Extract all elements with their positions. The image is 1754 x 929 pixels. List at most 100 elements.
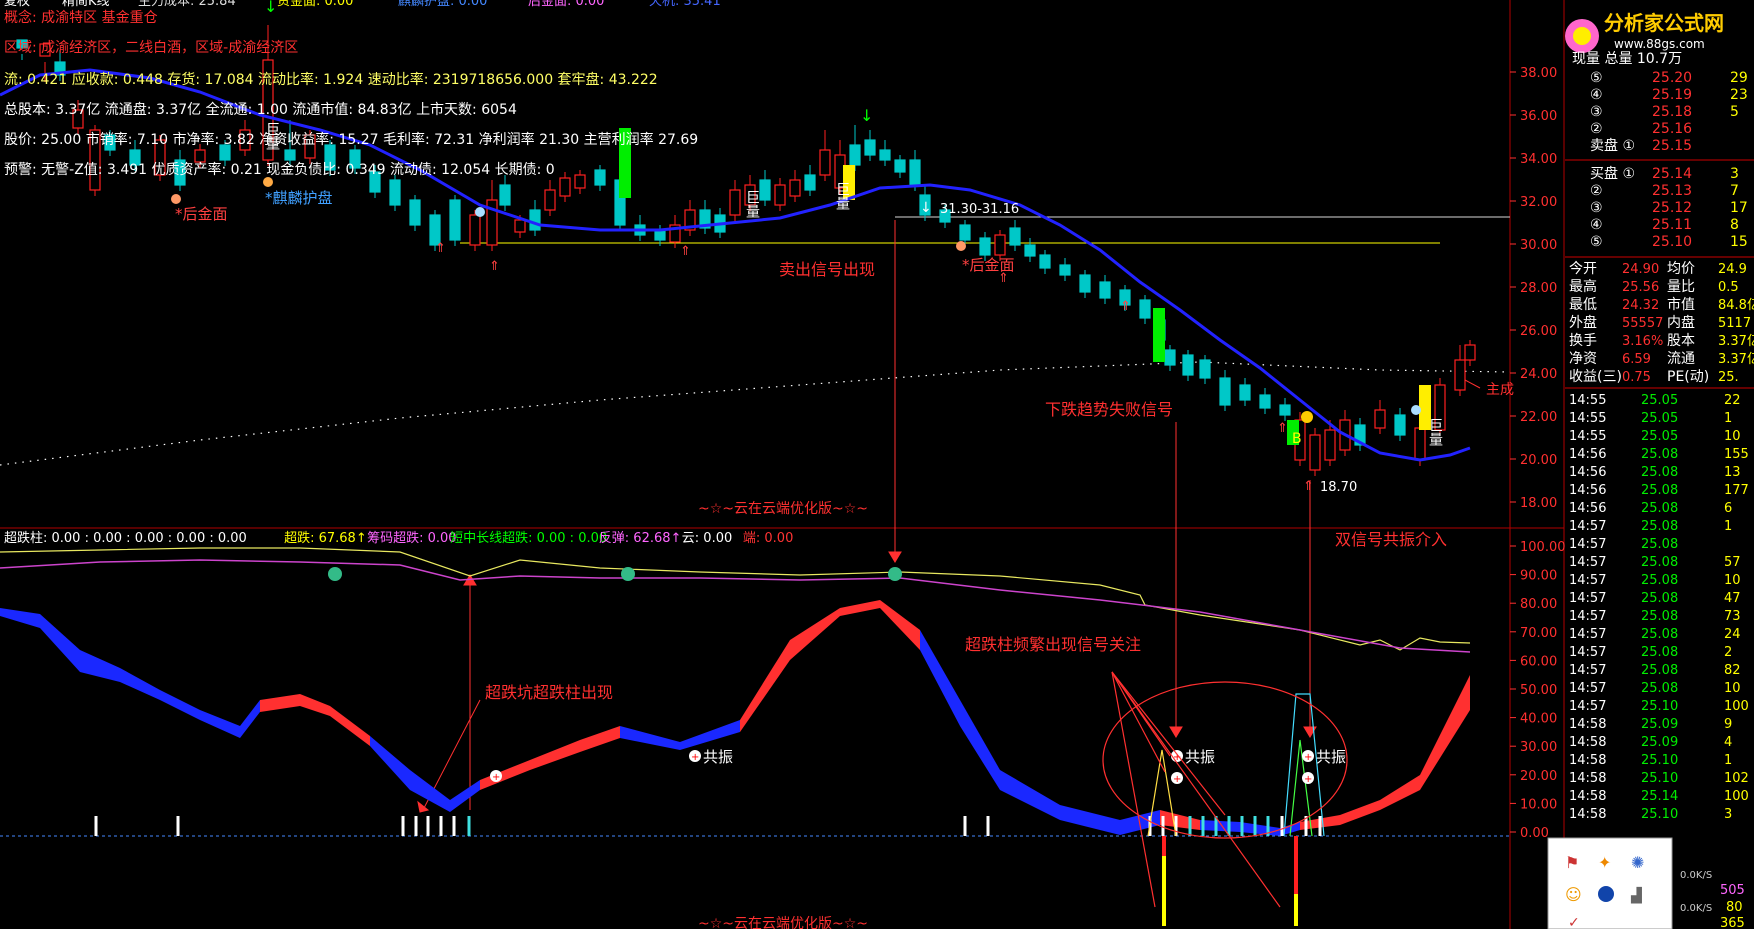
buy-arrow-icon: ⇑ [1277,421,1288,436]
price-tick-label: 34.00 [1520,152,1557,167]
face-icon[interactable]: ☺ [1565,885,1582,904]
price-tick-label: 22.00 [1520,410,1557,425]
stat-value: 5117 [1718,316,1751,331]
tick-time: 14:55 [1569,411,1606,426]
signal-bar-red [1294,836,1298,894]
annotation-dual: 双信号共振介入 [1335,530,1447,549]
indicator-tick-label: 100.00 [1520,540,1566,555]
indicator-header-item: 云: 0.00 [682,531,732,546]
gift-icon [956,241,966,251]
annotation-cloud2: ~☆~云在云端优化版~☆~ [698,916,868,929]
candle-body [1099,281,1111,299]
tick-time: 14:58 [1569,771,1606,786]
stat-label: 外盘 [1569,314,1597,331]
annotation-sell: 卖出信号出现 [779,260,875,279]
annotation-pit: 超跌坑超跌柱出现 [485,683,613,702]
candle-body [1009,227,1021,246]
tick-time: 14:56 [1569,447,1606,462]
tick-price: 25.08 [1641,501,1678,516]
bottom-value: 505 [1720,883,1745,898]
candle-body [389,179,401,206]
stat-value: 6.59 [1622,352,1651,367]
tick-volume: 10 [1724,429,1741,444]
annotation-b: B [1292,431,1302,447]
bid-label: ⑤ [1590,234,1603,250]
bid-volume: 3 [1730,166,1739,182]
oversold-bar [1318,816,1322,836]
floating-toolbar[interactable]: ⚑ ✦ ✺ ☺ ▟ ✓ [1547,837,1673,929]
candle-body [1219,377,1231,406]
signal-icon[interactable]: ▟ [1630,886,1642,904]
indicator-header-item: 超跌: 67.68↑ [284,530,367,546]
oversold-bar [1253,816,1257,836]
stat-value: 0.75 [1622,370,1651,385]
stat-value: 55557 [1622,316,1663,331]
swirl-icon[interactable]: ✺ [1631,853,1644,872]
buy-arrow-icon: ⇑ [435,241,446,256]
indicator-tick-label: 0.00 [1520,826,1549,841]
candle-body [1024,244,1036,257]
candle-body [994,234,1006,256]
stat-value: 0.5 [1718,280,1739,295]
stock-chart-window[interactable]: 38.0036.0034.0032.0030.0028.0026.0024.00… [0,0,1754,929]
tick-volume: 1 [1724,753,1732,768]
stat-value: 3.37亿 [1718,334,1754,349]
tick-price: 25.08 [1641,627,1678,642]
info-line: 股价: 25.00 市销率: 7.10 市净率: 3.82 净资收益率: 15.… [4,131,698,148]
candle-body [774,184,786,206]
ask-volume: 5 [1730,104,1739,120]
tick-price: 25.10 [1641,699,1678,714]
dragon-icon [263,177,273,187]
stat-value: 24.9 [1718,262,1747,277]
tick-volume: 6 [1724,501,1732,516]
tick-price: 25.08 [1641,465,1678,480]
candle-body [1259,394,1271,409]
flag-icon[interactable]: ⚑ [1565,853,1579,872]
tick-price: 25.10 [1641,771,1678,786]
annotation-zhucheng: 主成 [1486,382,1514,398]
indicator-marker-icon [888,567,902,581]
indicator-header-item: 短中长线超跌: 0.00 : 0.00 [450,530,607,546]
indicator-tick-label: 70.00 [1520,626,1557,641]
tick-time: 14:56 [1569,465,1606,480]
candle-body [449,199,461,241]
price-tick-label: 18.00 [1520,496,1557,511]
speed-label: 0.0K/S [1680,903,1712,914]
tick-price: 25.05 [1641,393,1678,408]
ask-label: 卖盘 ① [1590,137,1635,154]
stat-label: 收益(三) [1569,369,1622,385]
info-line: 总股本: 3.37亿 流通盘: 3.37亿 全流通: 1.00 流通市值: 84… [4,101,517,118]
logo-name: 分析家公式网 [1604,11,1724,35]
candle-body [499,184,511,206]
signal-candle [1153,308,1165,362]
candle-body [959,224,971,241]
candle-body [1309,434,1321,471]
indicator-tick-label: 10.00 [1520,797,1557,812]
candle-body [284,149,296,161]
title-row-item: 复权 [4,0,30,9]
oversold-bar [467,816,471,836]
title-row-item: 麒麟护盘: 0.00 [398,0,487,9]
arrow-down-icon: ↓ [860,106,873,125]
info-line: 概念: 成渝特区 基金重仓 [4,9,158,26]
bottom-value: 80 [1726,900,1743,915]
candle-body [194,149,206,163]
phoenix-icon[interactable]: ✦ [1598,853,1611,872]
oversold-bar [963,816,967,836]
candle-body [804,174,816,191]
annotation-low: 18.70 [1320,480,1357,495]
svg-text:+: + [1304,752,1312,763]
info-line: 区域: 成渝经济区，二线白酒，区域-成渝经济区 [4,40,298,56]
tick-volume: 102 [1724,771,1749,786]
check-icon[interactable]: ✓ [1568,915,1580,929]
oversold-bar [1240,816,1244,836]
candle-body [729,189,741,216]
tick-price: 25.09 [1641,717,1678,732]
sd-icon[interactable] [1598,886,1614,902]
tick-price: 25.10 [1641,807,1678,822]
buy-arrow-icon: ⇑ [489,259,500,274]
tick-price: 25.05 [1641,429,1678,444]
tick-volume: 57 [1724,555,1741,570]
bid-price: 25.10 [1652,234,1692,250]
candle-body [1394,414,1406,436]
